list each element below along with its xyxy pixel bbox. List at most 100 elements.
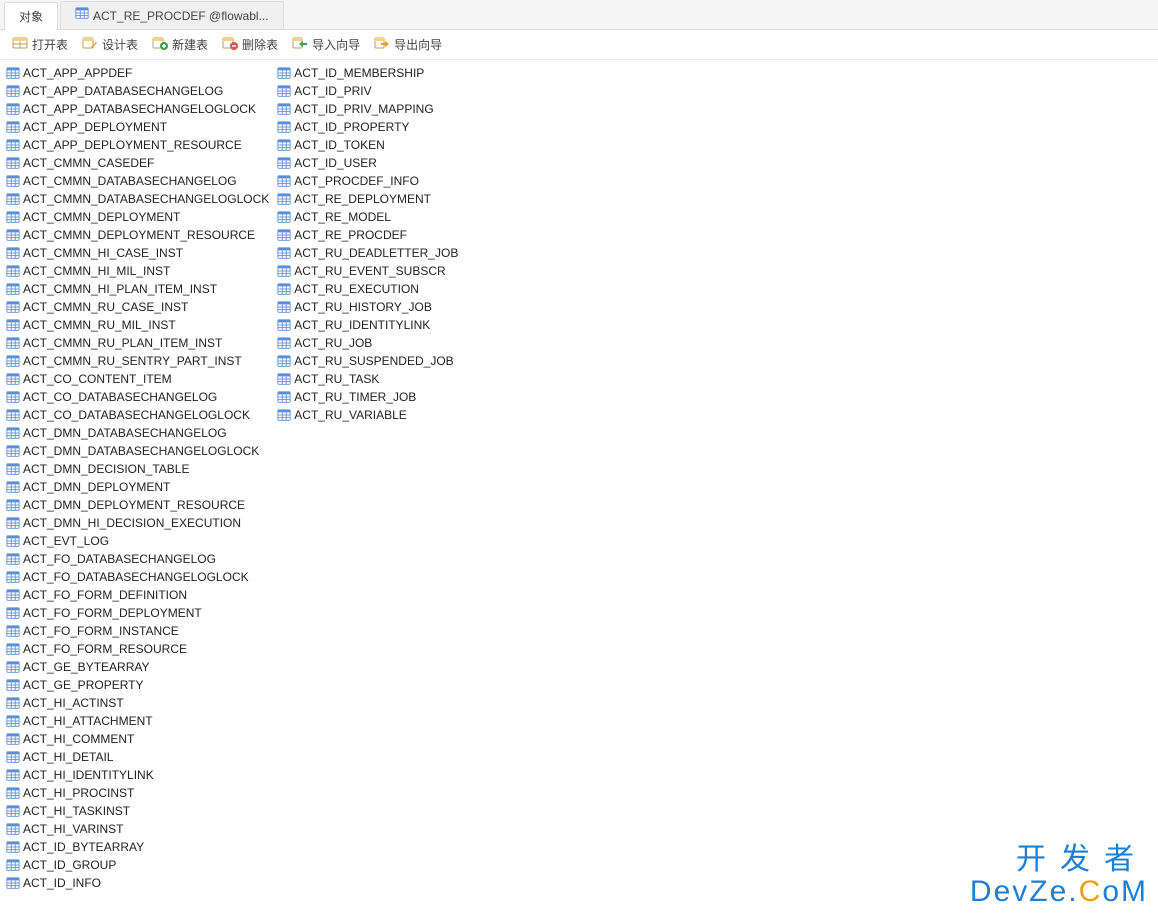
table-item[interactable]: ACT_PROCDEF_INFO [277,172,458,190]
design-table-button[interactable]: 设计表 [76,33,144,57]
table-item[interactable]: ACT_ID_TOKEN [277,136,458,154]
table-icon [277,210,291,224]
table-item[interactable]: ACT_ID_PRIV_MAPPING [277,100,458,118]
table-item[interactable]: ACT_CMMN_RU_MIL_INST [6,316,269,334]
table-icon [6,84,20,98]
table-item-label: ACT_GE_BYTEARRAY [23,658,149,676]
export-wizard-button[interactable]: 导出向导 [368,33,448,57]
table-item[interactable]: ACT_DMN_DATABASECHANGELOG [6,424,269,442]
table-item[interactable]: ACT_ID_MEMBERSHIP [277,64,458,82]
table-icon [277,390,291,404]
table-item[interactable]: ACT_HI_COMMENT [6,730,269,748]
table-item[interactable]: ACT_APP_DEPLOYMENT_RESOURCE [6,136,269,154]
table-item[interactable]: ACT_DMN_DEPLOYMENT [6,478,269,496]
table-item[interactable]: ACT_ID_INFO [6,874,269,892]
table-item[interactable]: ACT_HI_DETAIL [6,748,269,766]
table-item[interactable]: ACT_CO_CONTENT_ITEM [6,370,269,388]
table-item[interactable]: ACT_ID_GROUP [6,856,269,874]
table-item-label: ACT_HI_DETAIL [23,748,113,766]
open-table-button[interactable]: 打开表 [6,33,74,57]
content-area: ACT_APP_APPDEFACT_APP_DATABASECHANGELOGA… [0,60,1158,913]
table-item[interactable]: ACT_CMMN_DEPLOYMENT [6,208,269,226]
table-item[interactable]: ACT_RU_SUSPENDED_JOB [277,352,458,370]
table-item[interactable]: ACT_HI_TASKINST [6,802,269,820]
table-item[interactable]: ACT_FO_FORM_DEPLOYMENT [6,604,269,622]
table-item[interactable]: ACT_CO_DATABASECHANGELOG [6,388,269,406]
table-item[interactable]: ACT_HI_ACTINST [6,694,269,712]
table-item[interactable]: ACT_ID_USER [277,154,458,172]
table-item[interactable]: ACT_ID_PROPERTY [277,118,458,136]
table-item[interactable]: ACT_RE_PROCDEF [277,226,458,244]
table-item-label: ACT_ID_GROUP [23,856,116,874]
table-item[interactable]: ACT_CMMN_DATABASECHANGELOGLOCK [6,190,269,208]
table-icon [6,138,20,152]
table-item[interactable]: ACT_HI_IDENTITYLINK [6,766,269,784]
table-item[interactable]: ACT_ID_BYTEARRAY [6,838,269,856]
table-item-label: ACT_FO_FORM_RESOURCE [23,640,187,658]
table-item[interactable]: ACT_CMMN_DEPLOYMENT_RESOURCE [6,226,269,244]
table-icon [277,372,291,386]
table-item-label: ACT_RU_TASK [294,370,379,388]
table-item[interactable]: ACT_HI_VARINST [6,820,269,838]
table-item[interactable]: ACT_RU_VARIABLE [277,406,458,424]
table-item[interactable]: ACT_GE_BYTEARRAY [6,658,269,676]
table-item[interactable]: ACT_HI_PROCINST [6,784,269,802]
table-item[interactable]: ACT_FO_FORM_RESOURCE [6,640,269,658]
table-item[interactable]: ACT_FO_FORM_DEFINITION [6,586,269,604]
table-icon [277,120,291,134]
tab-procdef[interactable]: ACT_RE_PROCDEF @flowabl... [60,1,284,29]
table-item[interactable]: ACT_CMMN_HI_CASE_INST [6,244,269,262]
table-item[interactable]: ACT_RU_EXECUTION [277,280,458,298]
table-item[interactable]: ACT_RE_DEPLOYMENT [277,190,458,208]
table-item[interactable]: ACT_RU_HISTORY_JOB [277,298,458,316]
table-item[interactable]: ACT_APP_DEPLOYMENT [6,118,269,136]
open-table-label: 打开表 [32,36,68,53]
table-icon [6,534,20,548]
table-item[interactable]: ACT_EVT_LOG [6,532,269,550]
table-icon [6,804,20,818]
table-item[interactable]: ACT_FO_FORM_INSTANCE [6,622,269,640]
table-item[interactable]: ACT_RU_IDENTITYLINK [277,316,458,334]
table-item[interactable]: ACT_RU_TASK [277,370,458,388]
table-item[interactable]: ACT_RU_EVENT_SUBSCR [277,262,458,280]
table-item-label: ACT_CO_CONTENT_ITEM [23,370,172,388]
table-item[interactable]: ACT_DMN_HI_DECISION_EXECUTION [6,514,269,532]
table-item-label: ACT_RU_JOB [294,334,372,352]
table-item[interactable]: ACT_RU_TIMER_JOB [277,388,458,406]
table-item[interactable]: ACT_FO_DATABASECHANGELOG [6,550,269,568]
delete-table-button[interactable]: 删除表 [216,33,284,57]
table-item[interactable]: ACT_RU_DEADLETTER_JOB [277,244,458,262]
table-item[interactable]: ACT_CMMN_CASEDEF [6,154,269,172]
table-icon [277,318,291,332]
table-item[interactable]: ACT_ID_PRIV [277,82,458,100]
table-icon [6,858,20,872]
table-item[interactable]: ACT_CMMN_RU_PLAN_ITEM_INST [6,334,269,352]
table-item[interactable]: ACT_DMN_DECISION_TABLE [6,460,269,478]
table-item[interactable]: ACT_GE_PROPERTY [6,676,269,694]
table-item[interactable]: ACT_DMN_DEPLOYMENT_RESOURCE [6,496,269,514]
table-item[interactable]: ACT_RE_MODEL [277,208,458,226]
table-item[interactable]: ACT_CMMN_RU_CASE_INST [6,298,269,316]
table-item-label: ACT_DMN_HI_DECISION_EXECUTION [23,514,241,532]
table-item[interactable]: ACT_CMMN_RU_SENTRY_PART_INST [6,352,269,370]
table-icon [6,282,20,296]
import-wizard-button[interactable]: 导入向导 [286,33,366,57]
tab-bar: 对象 ACT_RE_PROCDEF @flowabl... [0,0,1158,30]
table-item[interactable]: ACT_APP_DATABASECHANGELOGLOCK [6,100,269,118]
table-item[interactable]: ACT_FO_DATABASECHANGELOGLOCK [6,568,269,586]
table-icon [6,624,20,638]
new-table-button[interactable]: 新建表 [146,33,214,57]
table-item[interactable]: ACT_APP_DATABASECHANGELOG [6,82,269,100]
table-item[interactable]: ACT_CO_DATABASECHANGELOGLOCK [6,406,269,424]
table-item[interactable]: ACT_DMN_DATABASECHANGELOGLOCK [6,442,269,460]
table-item[interactable]: ACT_CMMN_DATABASECHANGELOG [6,172,269,190]
table-item[interactable]: ACT_CMMN_HI_MIL_INST [6,262,269,280]
table-icon [6,822,20,836]
table-item[interactable]: ACT_APP_APPDEF [6,64,269,82]
tab-objects[interactable]: 对象 [4,2,58,30]
table-item-label: ACT_HI_VARINST [23,820,123,838]
table-icon [6,552,20,566]
table-item[interactable]: ACT_RU_JOB [277,334,458,352]
table-item[interactable]: ACT_CMMN_HI_PLAN_ITEM_INST [6,280,269,298]
table-item[interactable]: ACT_HI_ATTACHMENT [6,712,269,730]
